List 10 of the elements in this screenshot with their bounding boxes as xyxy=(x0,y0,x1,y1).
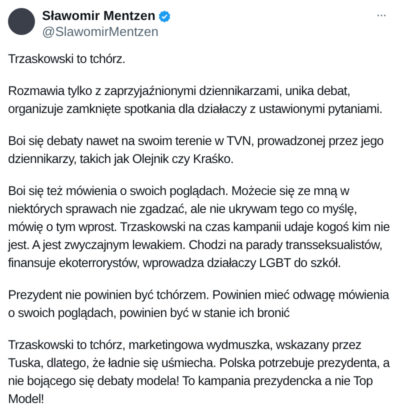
tweet-paragraph: Trzaskowski to tchórz. xyxy=(8,51,126,68)
tweet-paragraph: Rozmawia tylko z zaprzyjaźnionymi dziennikarzami, unika debat, organizuje zamknięte spotkania dla działaczy z ustawionymi pytaniami. xyxy=(8,83,384,118)
avatar[interactable] xyxy=(8,8,35,35)
more-button[interactable]: ··· xyxy=(376,8,386,22)
author-handle[interactable]: @SlawomirMentzen xyxy=(42,24,172,40)
tweet-paragraph: Boi się też mówienia o swoich poglądach. Możecie się ze mną w niektórych sprawach nie zgadzać, ale nie ukrywam tego co myślę, mówię o tym wprost. Trzaskowski na czas kampanii udaje kogoś kim nie jest. A jest zwyczajnym lewakiem. Chodzi na parady transseksualistów, finansuje ekoterrorystów, wprowadza działaczy LGBT do szkół. xyxy=(8,183,391,272)
author-name[interactable]: Sławomir Mentzen xyxy=(42,8,156,24)
tweet-paragraph: Prezydent nie powinien być tchórzem. Powinien mieć odwagę mówienia o swoich poglądach, powinien być w stanie ich bronić xyxy=(8,287,390,322)
tweet-paragraph: Boi się debaty nawet na swoim terenie w TVN, prowadzonej przez jego dziennikarzy, takich jak Olejnik czy Kraśko. xyxy=(8,133,384,168)
tweet-paragraph: Trzaskowski to tchórz, marketingowa wydmuszka, wskazany przez Tuska, dlatego, że ładnie się uśmiecha. Polska potrzebuje prezydenta, a nie bojącego się debaty modela! To kampania prezydencka a nie Top Model! xyxy=(8,337,391,408)
